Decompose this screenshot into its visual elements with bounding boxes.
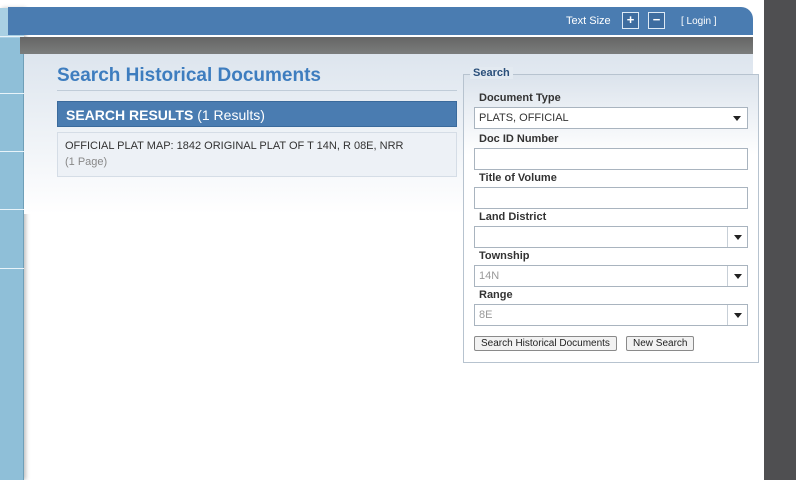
township-label: Township [479, 250, 530, 262]
search-historical-documents-button[interactable]: Search Historical Documents [474, 336, 617, 351]
chevron-down-icon[interactable] [727, 305, 747, 325]
text-size-label: Text Size [566, 15, 611, 27]
township-value: 14N [479, 270, 500, 282]
title-divider [57, 90, 457, 91]
chevron-down-icon[interactable] [727, 266, 747, 286]
chevron-down-icon[interactable] [727, 227, 747, 247]
decrease-text-size-button[interactable]: − [648, 12, 665, 29]
sidebar-divider [0, 151, 24, 152]
doc-id-label: Doc ID Number [479, 133, 559, 145]
new-search-button[interactable]: New Search [626, 336, 695, 351]
title-of-volume-input[interactable] [474, 187, 748, 209]
results-label: SEARCH RESULTS [66, 107, 194, 123]
result-item[interactable]: OFFICIAL PLAT MAP: 1842 ORIGINAL PLAT OF… [57, 132, 457, 177]
result-pages: (1 Page) [65, 156, 108, 168]
land-district-label: Land District [479, 211, 547, 223]
top-header: Text Size + − [ Login ] [8, 7, 753, 35]
document-type-label: Document Type [479, 92, 561, 104]
sidebar-divider [0, 209, 24, 210]
search-legend: Search [470, 67, 513, 79]
page-title: Search Historical Documents [57, 65, 321, 86]
right-gutter [764, 0, 796, 480]
result-title[interactable]: OFFICIAL PLAT MAP: 1842 ORIGINAL PLAT OF… [65, 140, 449, 152]
sub-bar [20, 37, 753, 54]
login-link[interactable]: [ Login ] [681, 16, 717, 27]
title-of-volume-label: Title of Volume [479, 172, 557, 184]
sidebar-divider [0, 268, 24, 269]
doc-id-input[interactable] [474, 148, 748, 170]
document-type-value: PLATS, OFFICIAL [479, 112, 569, 124]
land-district-select[interactable] [474, 226, 748, 248]
search-results-header: SEARCH RESULTS (1 Results) [57, 101, 457, 127]
range-value: 8E [479, 309, 493, 321]
results-count: (1 Results) [197, 107, 265, 123]
increase-text-size-button[interactable]: + [622, 12, 639, 29]
range-select[interactable]: 8E [474, 304, 748, 326]
document-type-select[interactable]: PLATS, OFFICIAL [474, 107, 748, 129]
sidebar-divider [0, 93, 24, 94]
range-label: Range [479, 289, 513, 301]
township-select[interactable]: 14N [474, 265, 748, 287]
left-sidebar [0, 8, 24, 480]
chevron-down-icon [727, 108, 747, 128]
